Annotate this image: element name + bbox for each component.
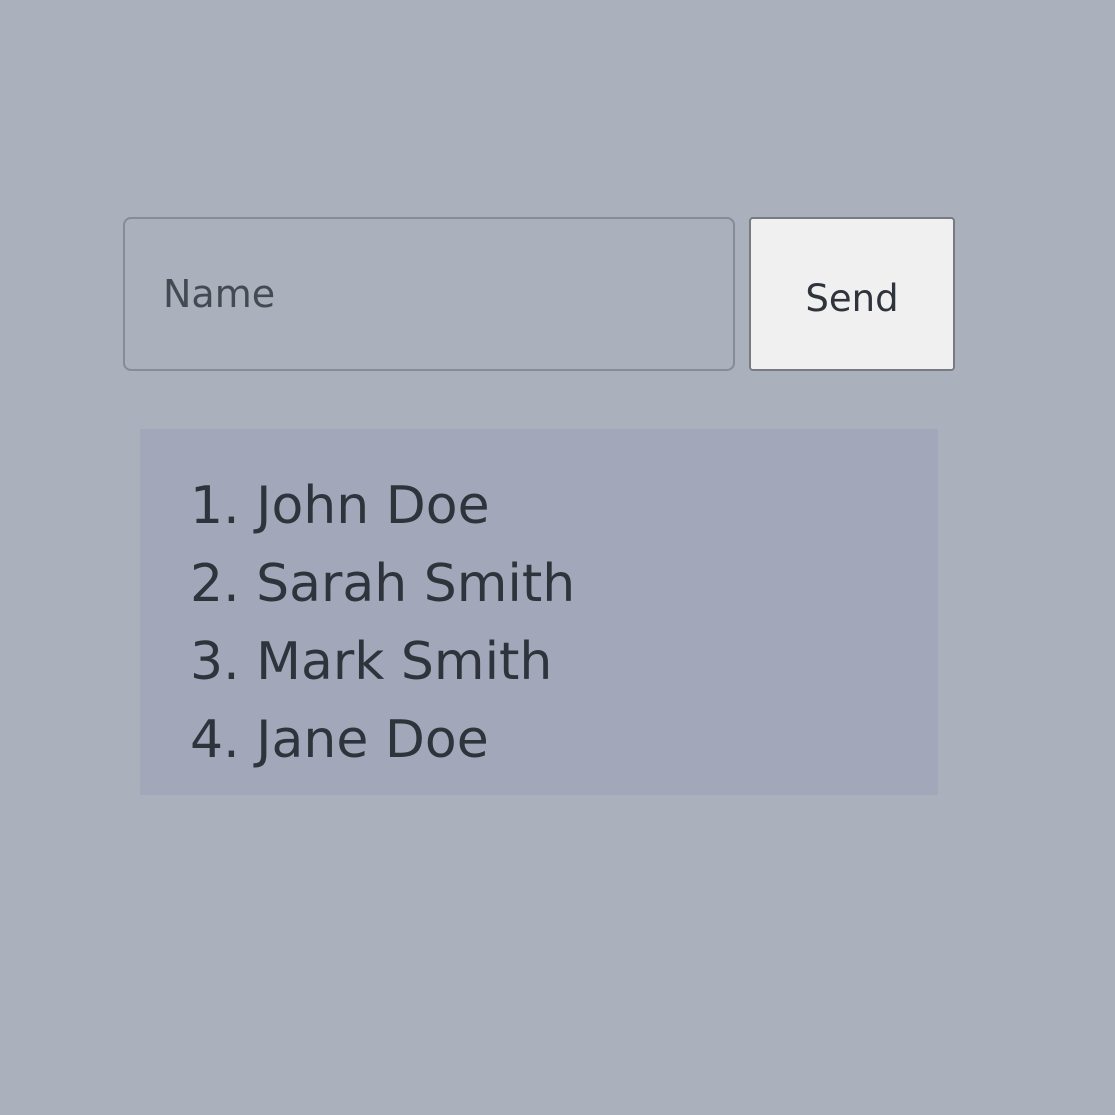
list-item: 3. Mark Smith — [190, 623, 938, 701]
list-item-label: Sarah Smith — [256, 554, 576, 614]
list-item: 4. Jane Doe — [190, 701, 938, 779]
list-item-number: 3. — [190, 632, 240, 692]
list-item-number: 1. — [190, 476, 240, 536]
list-item-label: Mark Smith — [256, 632, 553, 692]
names-list-panel: 1. John Doe 2. Sarah Smith 3. Mark Smith… — [140, 429, 938, 795]
list-item: 2. Sarah Smith — [190, 545, 938, 623]
send-button[interactable]: Send — [749, 217, 955, 371]
names-list: 1. John Doe 2. Sarah Smith 3. Mark Smith… — [140, 429, 938, 779]
list-item: 1. John Doe — [190, 467, 938, 545]
list-item-label: Jane Doe — [256, 710, 489, 770]
list-item-number: 2. — [190, 554, 240, 614]
list-item-label: John Doe — [256, 476, 490, 536]
name-form: Send — [123, 217, 955, 371]
name-input[interactable] — [123, 217, 735, 371]
list-item-number: 4. — [190, 710, 240, 770]
